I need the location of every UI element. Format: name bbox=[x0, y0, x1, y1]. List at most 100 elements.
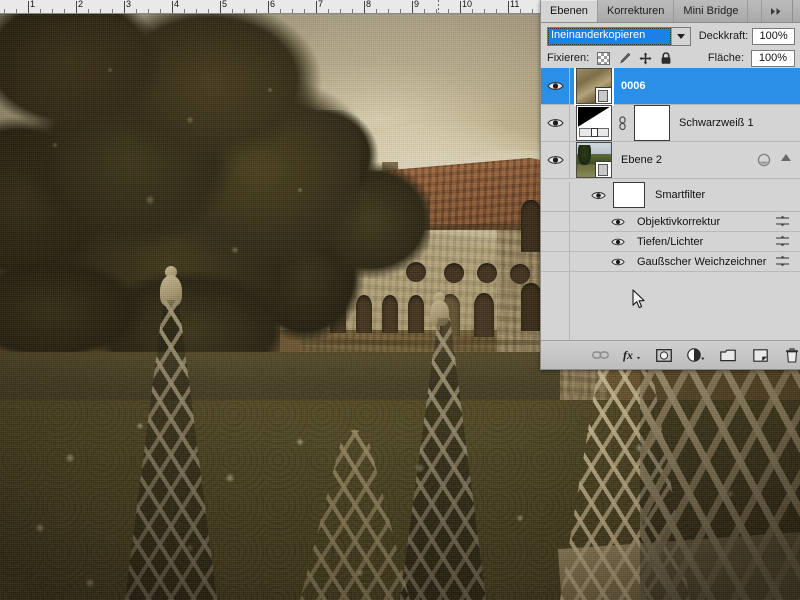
filter-visibility-toggle-tiefen-lichter[interactable] bbox=[607, 237, 629, 247]
ruler-minor-tick bbox=[40, 9, 41, 13]
ruler-label-6: 6 bbox=[270, 0, 276, 9]
blending-options-icon bbox=[776, 215, 789, 227]
ruler-minor-tick bbox=[160, 9, 161, 13]
layer-name-0006[interactable]: 0006 bbox=[621, 80, 645, 92]
layers-panel-toolbar[interactable]: fx bbox=[541, 340, 800, 369]
smart-filter-group-row[interactable]: Smartfilter bbox=[541, 179, 800, 212]
tab-mini-bridge[interactable]: Mini Bridge bbox=[674, 0, 749, 22]
layer-row-0006[interactable]: 0006 bbox=[541, 68, 800, 106]
mask-rect-icon bbox=[656, 348, 672, 362]
filter-name-tiefen-lichter[interactable]: Tiefen/Lichter bbox=[637, 236, 703, 248]
ruler-minor-tick bbox=[256, 9, 257, 13]
blend-mode-dropdown-arrow[interactable] bbox=[670, 27, 690, 45]
layer-thumbnail-ebene2[interactable] bbox=[576, 142, 612, 178]
move-lock-icon[interactable] bbox=[638, 51, 652, 65]
filter-blending-options-icon[interactable] bbox=[775, 215, 791, 228]
new-layer-icon[interactable] bbox=[751, 346, 769, 364]
layer-row-schwarzweiss[interactable]: Schwarzweiß 1 bbox=[541, 105, 800, 142]
layer-visibility-toggle-schwarzweiss[interactable] bbox=[541, 105, 570, 141]
brush-lock-icon[interactable] bbox=[617, 51, 631, 65]
eye-icon bbox=[546, 82, 564, 90]
blend-mode-value: Ineinanderkopieren bbox=[548, 27, 671, 45]
ruler-label-7: 7 bbox=[318, 0, 324, 9]
smart-filter-row-objektivkorrektur[interactable]: Objektivkorrektur bbox=[541, 212, 800, 232]
smart-filter-mask-thumbnail[interactable] bbox=[613, 182, 645, 208]
opacity-field[interactable]: 100% bbox=[752, 27, 795, 45]
blend-mode-row[interactable]: Ineinanderkopieren Deckkraft: 100% bbox=[541, 23, 800, 47]
chain-link-icon bbox=[618, 115, 626, 130]
delete-layer-icon[interactable] bbox=[783, 346, 800, 364]
ruler-minor-tick bbox=[472, 9, 473, 13]
ruler-minor-tick bbox=[340, 9, 341, 13]
ruler-guide[interactable] bbox=[438, 0, 439, 13]
filter-name-objektivkorrektur[interactable]: Objektivkorrektur bbox=[637, 216, 720, 228]
opacity-label: Deckkraft: bbox=[698, 30, 749, 42]
layer-row-ebene2[interactable]: Ebene 2 bbox=[541, 142, 800, 179]
panel-collapse-icon[interactable] bbox=[762, 0, 792, 22]
ruler-major-tick bbox=[412, 1, 413, 13]
tab-korrekturen[interactable]: Korrekturen bbox=[597, 0, 675, 22]
new-group-icon[interactable] bbox=[719, 346, 737, 364]
fill-field[interactable]: 100% bbox=[751, 49, 795, 67]
filter-visibility-toggle-gaussscher-weichzeichner[interactable] bbox=[607, 257, 629, 267]
collapse-triangle-icon[interactable] bbox=[781, 154, 791, 161]
smart-filter-row-gaussscher-weichzeichner[interactable]: Gaußscher Weichzeichner bbox=[541, 252, 800, 272]
ruler-minor-tick bbox=[208, 9, 209, 13]
smart-filter-indicator-icon[interactable] bbox=[757, 153, 771, 167]
filter-name-gaussscher-weichzeichner[interactable]: Gaußscher Weichzeichner bbox=[637, 256, 766, 268]
chain-link-icon bbox=[591, 351, 609, 359]
add-layer-mask-icon[interactable] bbox=[655, 346, 673, 364]
ruler-minor-tick bbox=[484, 9, 485, 13]
transparency-lock-icon[interactable] bbox=[596, 51, 610, 65]
layer-visibility-toggle-ebene2[interactable] bbox=[541, 142, 570, 178]
layer-mask-thumbnail-schwarzweiss[interactable] bbox=[634, 105, 670, 141]
filter-visibility-toggle-objektivkorrektur[interactable] bbox=[607, 217, 629, 227]
filter-blending-options-icon[interactable] bbox=[775, 255, 791, 268]
layer-name-schwarzweiss[interactable]: Schwarzweiß 1 bbox=[679, 117, 754, 129]
new-adjustment-layer-icon[interactable] bbox=[687, 346, 705, 364]
tab-ebenen[interactable]: Ebenen bbox=[541, 0, 598, 22]
mouse-cursor bbox=[632, 289, 646, 309]
tab-korrekturen-label: Korrekturen bbox=[606, 5, 665, 17]
layers-panel[interactable]: Ebenen Korrekturen Mini Bridge Ineinande… bbox=[540, 0, 800, 370]
panel-tab-bar[interactable]: Ebenen Korrekturen Mini Bridge bbox=[541, 0, 800, 23]
layers-list[interactable]: 0006 Schwarzweiß 1 Ebene 2 Smartfilter O… bbox=[541, 68, 800, 341]
eye-icon bbox=[611, 258, 625, 265]
svg-text:fx: fx bbox=[623, 348, 633, 362]
photoshop-window: 12345678910111213 Ebenen Korrekturen Min… bbox=[0, 0, 800, 600]
smart-filter-group-visibility-toggle[interactable] bbox=[587, 190, 609, 201]
lock-all-icon[interactable] bbox=[659, 51, 673, 65]
blending-options-icon bbox=[776, 255, 789, 267]
link-layers-icon[interactable] bbox=[591, 346, 609, 364]
smart-filter-circle-icon bbox=[757, 153, 771, 167]
brush-icon bbox=[619, 52, 631, 63]
ruler-major-tick bbox=[172, 1, 173, 13]
ruler-minor-tick bbox=[88, 9, 89, 13]
layer-group-rail bbox=[569, 182, 570, 341]
smart-filter-row-tiefen-lichter[interactable]: Tiefen/Lichter bbox=[541, 232, 800, 252]
layer-mask-link-icon[interactable] bbox=[616, 115, 628, 131]
layer-style-fx-icon[interactable]: fx bbox=[623, 346, 641, 364]
ruler-major-tick bbox=[268, 1, 269, 13]
panel-grip[interactable] bbox=[792, 0, 800, 22]
lock-row[interactable]: Fixieren: Fläche: 100% bbox=[541, 47, 800, 70]
filter-blending-options-icon[interactable] bbox=[775, 235, 791, 248]
ruler-minor-tick bbox=[64, 9, 65, 13]
layer-name-ebene2[interactable]: Ebene 2 bbox=[621, 154, 662, 166]
smart-filter-group-label[interactable]: Smartfilter bbox=[655, 189, 705, 201]
eye-icon bbox=[546, 119, 564, 127]
ruler-minor-tick bbox=[196, 9, 197, 13]
blend-mode-select[interactable]: Ineinanderkopieren bbox=[547, 26, 691, 46]
layer-visibility-toggle-0006[interactable] bbox=[541, 68, 570, 104]
ruler-minor-tick bbox=[424, 9, 425, 13]
layer-thumbnail-schwarzweiss[interactable] bbox=[576, 105, 612, 141]
padlock-icon bbox=[661, 51, 671, 64]
layer-thumbnail-0006[interactable] bbox=[574, 68, 614, 106]
ruler-minor-tick bbox=[352, 9, 353, 13]
folder-icon bbox=[720, 349, 736, 361]
ruler-minor-tick bbox=[232, 9, 233, 13]
ruler-label-5: 5 bbox=[222, 0, 228, 9]
ruler-label-10: 10 bbox=[462, 0, 473, 9]
ruler-minor-tick bbox=[304, 9, 305, 13]
ruler-major-tick bbox=[508, 1, 509, 13]
